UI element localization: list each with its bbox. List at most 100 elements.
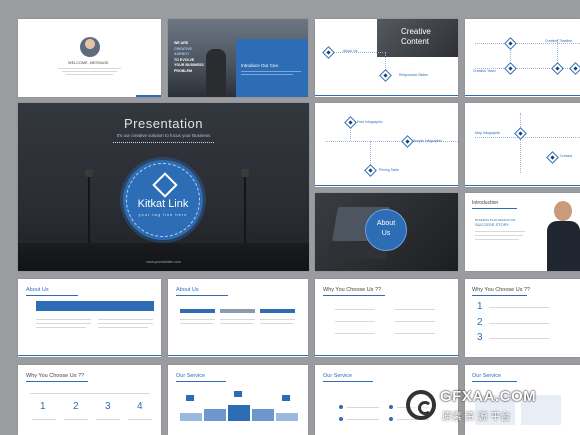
city-overlay-text: WE ARE CREATIVE AGENCY TO EVOLVE YOUR BU… xyxy=(174,41,204,73)
text-line xyxy=(489,323,549,324)
menu-item-contact[interactable]: Contact xyxy=(560,154,572,158)
slide-creative-content[interactable]: Creative Content About Us Responsive Sli… xyxy=(315,19,458,97)
accent-bar xyxy=(465,185,580,186)
diamond-icon xyxy=(504,37,517,50)
service-step xyxy=(252,409,274,421)
slide-map-infographic[interactable]: Map Infographic Contact xyxy=(465,103,580,187)
service-icon xyxy=(339,405,343,409)
brand-tagline: your tag line here xyxy=(138,212,188,217)
diamond-icon xyxy=(344,116,357,129)
slide-welcome-message[interactable]: WELCOME, MESSAGE xyxy=(18,19,161,97)
intro-title: Introduction xyxy=(472,200,499,206)
text-line xyxy=(96,419,120,420)
slide-why-choose-us-3[interactable]: Why You Choose Us ?? 1 2 3 4 xyxy=(18,365,161,435)
title-underline xyxy=(323,381,373,382)
text-line xyxy=(475,235,523,236)
menu-item-creative-team[interactable]: Creative Team xyxy=(473,69,496,73)
text-line xyxy=(395,333,435,334)
menu-item-creative-timeline[interactable]: Creative Timeline xyxy=(545,39,572,43)
accent-bar xyxy=(315,185,458,186)
welcome-heading: WELCOME, MESSAGE xyxy=(68,61,109,65)
service-icon xyxy=(389,417,393,421)
slide-why-choose-us-1[interactable]: Why You Choose Us ?? xyxy=(315,279,458,357)
hero-presentation-slide[interactable]: Presentation It's our creative solution … xyxy=(18,103,309,271)
menu-item-pricing-table[interactable]: Pricing Table xyxy=(379,168,399,172)
service-icon xyxy=(234,391,242,397)
accent-bar xyxy=(465,95,580,96)
diamond-icon xyxy=(322,46,335,59)
accent-bar xyxy=(315,355,458,356)
connector xyxy=(520,113,521,173)
slide-about-us-2[interactable]: About Us xyxy=(168,279,308,357)
our-service-title: Our Service xyxy=(323,373,353,379)
text-line xyxy=(30,393,150,394)
menu-item-map-infographic[interactable]: Map Infographic xyxy=(475,131,500,135)
about-circle-line2: Us xyxy=(381,230,391,237)
text-line xyxy=(335,333,375,334)
text-line xyxy=(66,74,113,75)
slide-about-us-1[interactable]: About Us xyxy=(18,279,161,357)
title-underline xyxy=(472,295,527,296)
title-underline xyxy=(26,381,88,382)
text-line xyxy=(98,323,153,324)
accent-bar xyxy=(168,355,308,356)
text-line xyxy=(335,321,375,322)
menu-item-about-us[interactable]: About Us xyxy=(343,49,357,53)
step-number: 3 xyxy=(105,401,111,412)
text-line xyxy=(395,309,435,310)
service-icon xyxy=(339,417,343,421)
diamond-icon xyxy=(551,62,564,75)
slide-introduction[interactable]: Introduction BUSINESS PLAN DESIGN FOR SU… xyxy=(465,193,580,271)
text-line xyxy=(475,231,525,232)
text-line xyxy=(36,319,91,320)
service-icon xyxy=(186,395,194,401)
service-icon xyxy=(389,405,393,409)
text-line xyxy=(58,68,121,69)
slide-introduce-ceo[interactable]: WE ARE CREATIVE AGENCY TO EVOLVE YOUR BU… xyxy=(168,19,308,97)
step-number: 2 xyxy=(73,401,79,412)
text-line xyxy=(220,323,253,324)
text-line xyxy=(489,338,549,339)
accent-bar xyxy=(136,95,161,97)
creative-content-photo: Creative Content xyxy=(377,19,458,57)
text-line xyxy=(62,71,117,72)
street-lamp xyxy=(241,169,249,177)
text-line xyxy=(260,323,293,324)
creative-title: Creative xyxy=(401,27,431,36)
text-line xyxy=(347,419,379,420)
step-number: 1 xyxy=(477,301,483,312)
slide-free-infographic[interactable]: Free Infographic Simple Infographic Pric… xyxy=(315,103,458,187)
watermark-subtext: 原素 资 源 平台 xyxy=(442,412,511,423)
text-line xyxy=(220,319,255,320)
ceo-avatar xyxy=(80,37,100,57)
title-underline xyxy=(323,295,385,296)
why-choose-title: Why You Choose Us ?? xyxy=(323,287,382,293)
text-line xyxy=(335,309,375,310)
our-service-title: Our Service xyxy=(176,373,206,379)
brand-name: Kitkat Link xyxy=(137,198,189,210)
menu-item-simple-infographic[interactable]: Simple Infographic xyxy=(413,139,442,143)
diamond-icon xyxy=(364,164,377,177)
text-line xyxy=(489,307,549,308)
text-line xyxy=(180,319,215,320)
menu-item-responsive-slides[interactable]: Responsive Slides xyxy=(399,73,428,77)
column-header xyxy=(260,309,295,313)
slide-creative-timeline[interactable]: Creative Timeline Creative Team xyxy=(465,19,580,97)
slide-why-choose-us-2[interactable]: Why You Choose Us ?? 1 2 3 xyxy=(465,279,580,357)
text-line xyxy=(36,323,91,324)
hero-website[interactable]: www.yourwebsite.com xyxy=(18,260,309,264)
text-line xyxy=(475,239,519,240)
about-us-title: About Us xyxy=(176,287,199,293)
title-underline xyxy=(176,295,228,296)
column-header xyxy=(220,309,255,313)
slide-our-service-1[interactable]: Our Service xyxy=(168,365,308,435)
slide-about-us-photo[interactable]: About Us xyxy=(315,193,458,271)
bridge-deck xyxy=(18,243,309,271)
text-line xyxy=(395,321,435,322)
about-us-title: About Us xyxy=(26,287,49,293)
title-underline xyxy=(472,381,517,382)
ceo-silhouette xyxy=(206,49,226,97)
menu-item-free-infographic[interactable]: Free Infographic xyxy=(357,120,383,124)
why-choose-title: Why You Choose Us ?? xyxy=(472,287,531,293)
diamond-icon xyxy=(504,62,517,75)
